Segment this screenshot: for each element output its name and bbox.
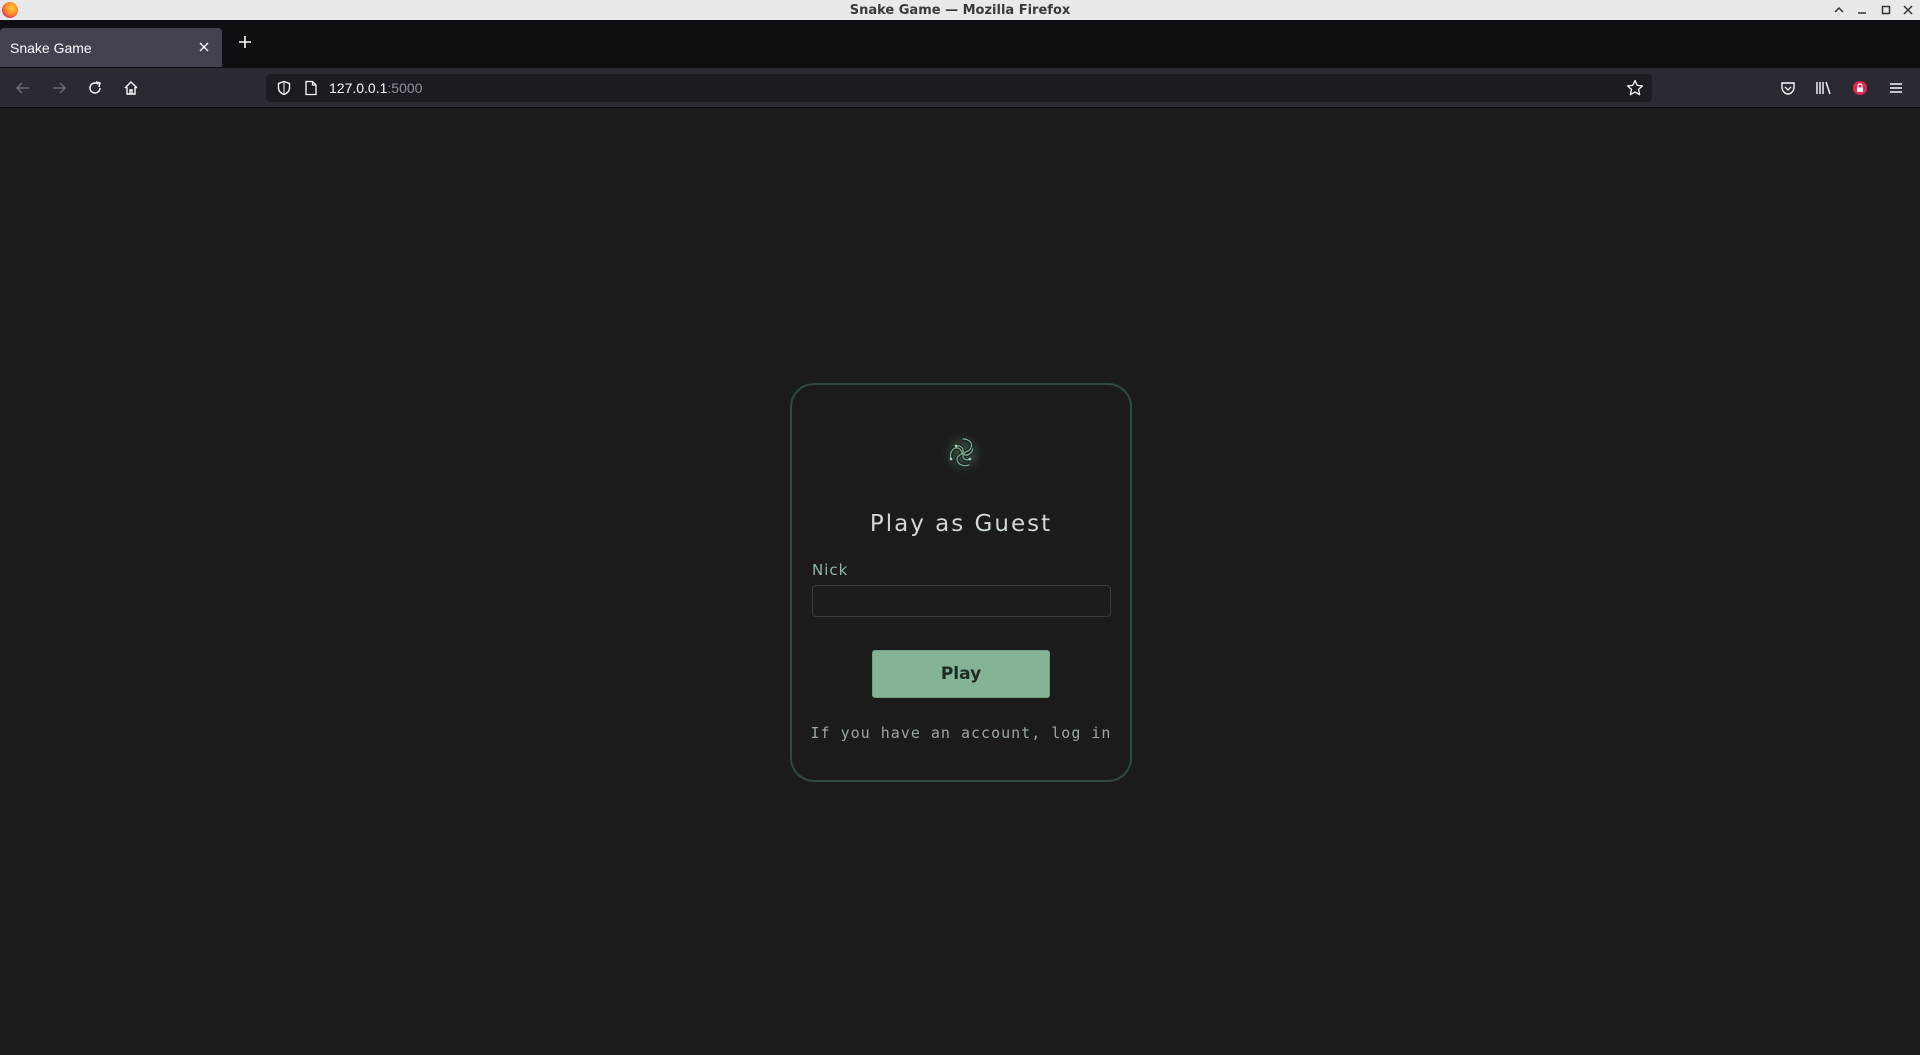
url-bar[interactable]: 127.0.0.1:5000 — [266, 74, 1652, 102]
guest-login-card: Play as Guest Nick Play If you have an a… — [790, 383, 1132, 782]
url-host: 127.0.0.1 — [329, 80, 388, 96]
card-heading: Play as Guest — [869, 511, 1053, 537]
window-title: Snake Game — Mozilla Firefox — [849, 2, 1071, 18]
back-button[interactable] — [10, 75, 36, 101]
window-maximize-button[interactable] — [1876, 0, 1896, 20]
nick-input[interactable] — [812, 585, 1111, 617]
play-button[interactable]: Play — [872, 650, 1050, 698]
extension-lock-icon[interactable] — [1847, 75, 1873, 101]
pocket-icon[interactable] — [1775, 75, 1801, 101]
snake-swirl-logo-icon — [939, 429, 987, 477]
library-icon[interactable] — [1811, 75, 1837, 101]
navigation-toolbar: 127.0.0.1:5000 — [0, 68, 1920, 108]
firefox-icon — [2, 2, 18, 18]
tab-title: Snake Game — [10, 39, 92, 56]
tab-close-icon[interactable] — [196, 39, 212, 55]
shield-icon[interactable] — [276, 80, 292, 100]
page-icon[interactable] — [304, 80, 318, 100]
home-button[interactable] — [118, 75, 144, 101]
new-tab-button[interactable] — [235, 34, 255, 54]
forward-button[interactable] — [46, 75, 72, 101]
bookmark-star-icon[interactable] — [1626, 79, 1644, 101]
window-titlebar: Snake Game — Mozilla Firefox — [0, 0, 1920, 20]
url-text[interactable]: 127.0.0.1:5000 — [329, 80, 422, 96]
url-port: :5000 — [387, 80, 423, 96]
tab-snake-game[interactable]: Snake Game — [0, 28, 222, 67]
tab-strip: Snake Game — [0, 20, 1920, 68]
window-shade-button[interactable] — [1829, 0, 1849, 20]
hamburger-menu-icon[interactable] — [1883, 75, 1909, 101]
window-minimize-button[interactable] — [1852, 0, 1872, 20]
nick-label: Nick — [812, 561, 849, 579]
page-content: Play as Guest Nick Play If you have an a… — [0, 109, 1920, 1055]
window-close-button[interactable] — [1898, 0, 1918, 20]
login-link[interactable]: If you have an account, log in — [792, 724, 1130, 742]
reload-button[interactable] — [82, 75, 108, 101]
